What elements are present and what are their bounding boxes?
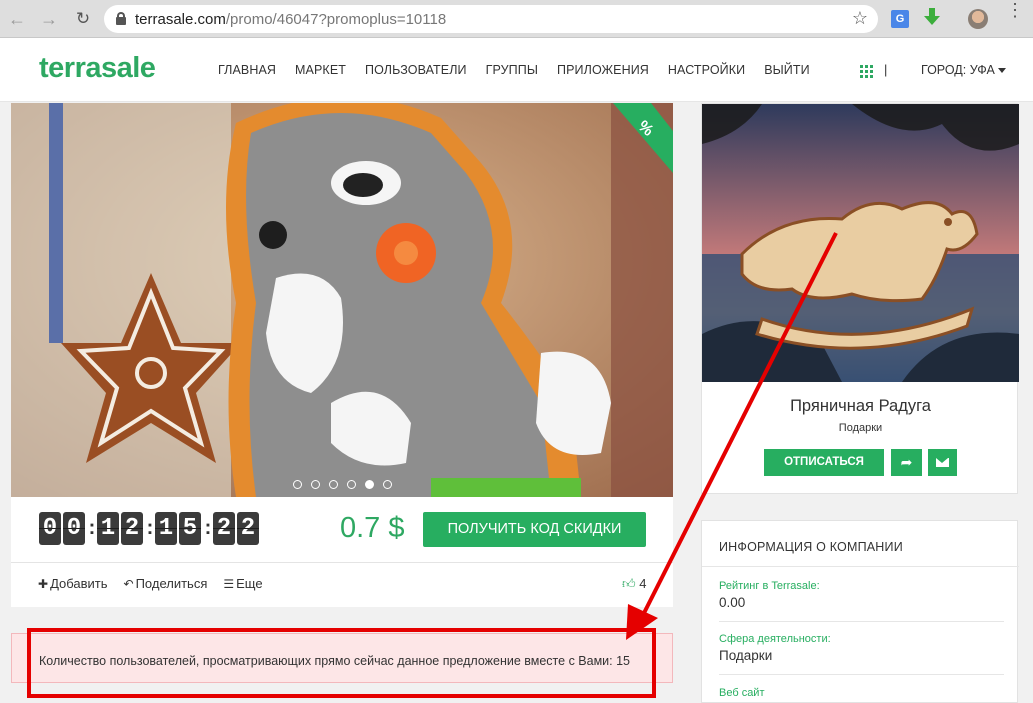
info-row-divider — [719, 674, 1004, 675]
timer-digit: 0 — [63, 512, 85, 545]
sliders-icon: ☰ — [223, 576, 235, 591]
promo-image[interactable]: % — [11, 103, 673, 497]
carousel-dot-active[interactable] — [365, 480, 374, 489]
company-info-card: ИНФОРМАЦИЯ О КОМПАНИИ Рейтинг в Terrasal… — [701, 520, 1019, 703]
nav-users[interactable]: ПОЛЬЗОВАТЕЛИ — [365, 63, 467, 77]
google-translate-icon[interactable]: G — [891, 10, 909, 28]
thumbs-up-icon: 👍︎ — [622, 576, 636, 591]
carousel-dot[interactable] — [383, 480, 392, 489]
chevron-down-icon — [997, 68, 1006, 74]
info-row-divider — [719, 621, 1004, 622]
share-arrow-icon: ➦ — [900, 454, 913, 470]
timer-digit: 1 — [97, 512, 119, 545]
share-action[interactable]: ↶ Поделиться — [124, 576, 208, 591]
promo-price: 0.7 $ — [340, 512, 405, 544]
annotation-highlight-box — [27, 628, 656, 698]
company-name[interactable]: Пряничная Радуга — [702, 397, 1019, 416]
carousel-dots — [293, 480, 401, 489]
browser-menu-icon[interactable]: ⋮ — [1006, 1, 1024, 19]
timer-colon: : — [88, 517, 96, 539]
main-nav: ГЛАВНАЯ МАРКЕТ ПОЛЬЗОВАТЕЛИ ГРУППЫ ПРИЛО… — [218, 63, 829, 77]
url-domain: terrasale.com — [135, 11, 226, 28]
site-header: terrasale ГЛАВНАЯ МАРКЕТ ПОЛЬЗОВАТЕЛИ ГР… — [0, 38, 1033, 102]
add-label: Добавить — [50, 576, 108, 591]
company-info-title: ИНФОРМАЦИЯ О КОМПАНИИ — [719, 540, 903, 554]
profile-avatar[interactable] — [968, 9, 988, 29]
carousel-dot[interactable] — [329, 480, 338, 489]
company-category: Подарки — [838, 422, 883, 434]
company-card: Пряничная Радуга Подарки ОТПИСАТЬСЯ ➦ — [701, 103, 1019, 494]
sphere-value: Подарки — [719, 648, 773, 663]
promo-card: % 0 0 : 1 2 : 1 5 : 2 2 0.7 $ ПОЛУЧИТЬ К… — [11, 103, 673, 607]
add-action[interactable]: ✚ Добавить — [38, 576, 108, 591]
website-label: Веб сайт — [719, 687, 765, 699]
timer-digit: 1 — [155, 512, 177, 545]
rating-label: Рейтинг в Terrasale: — [719, 580, 820, 592]
get-discount-code-button[interactable]: ПОЛУЧИТЬ КОД СКИДКИ — [423, 512, 646, 547]
forward-arrow-icon[interactable]: → — [38, 8, 60, 30]
rating-value: 0.00 — [719, 595, 746, 610]
nav-home[interactable]: ГЛАВНАЯ — [218, 63, 276, 77]
timer-colon: : — [204, 517, 212, 539]
download-extension-icon[interactable] — [924, 8, 940, 28]
city-label: ГОРОД: УФА — [921, 63, 995, 77]
bookmark-star-icon[interactable]: ☆ — [852, 8, 868, 29]
lock-icon — [116, 12, 126, 25]
nav-market[interactable]: МАРКЕТ — [295, 63, 346, 77]
card-actions: ✚ Добавить ↶ Поделиться ☰ Еще — [38, 576, 279, 591]
info-divider — [702, 566, 1019, 567]
nav-logout[interactable]: ВЫЙТИ — [764, 63, 810, 77]
message-button[interactable] — [928, 449, 957, 476]
carousel-dot[interactable] — [311, 480, 320, 489]
back-arrow-icon[interactable]: ← — [6, 8, 28, 30]
nav-groups[interactable]: ГРУППЫ — [486, 63, 538, 77]
timer-digit: 2 — [121, 512, 143, 545]
carousel-dot[interactable] — [293, 480, 302, 489]
city-selector[interactable]: ГОРОД: УФА — [921, 63, 1006, 77]
timer-digit: 2 — [237, 512, 259, 545]
timer-digit: 2 — [213, 512, 235, 545]
apps-grid-icon[interactable] — [860, 65, 873, 78]
share-button[interactable]: ➦ — [891, 449, 922, 476]
likes[interactable]: 👍︎ 4 — [622, 576, 646, 592]
share-label: Поделиться — [135, 576, 208, 591]
nav-settings[interactable]: НАСТРОЙКИ — [668, 63, 745, 77]
timer-colon: : — [146, 517, 154, 539]
sale-ribbon: % — [613, 103, 673, 173]
url-path: /promo/46047?promoplus=10118 — [225, 11, 447, 28]
envelope-icon — [936, 458, 949, 467]
timer-digit: 5 — [179, 512, 201, 545]
card-divider — [11, 562, 673, 563]
browser-toolbar: ← → ↻ terrasale.com/promo/46047?promoplu… — [0, 0, 1033, 38]
plus-icon: ✚ — [38, 576, 49, 591]
carousel-dot[interactable] — [347, 480, 356, 489]
url-text[interactable]: terrasale.com/promo/46047?promoplus=1011… — [135, 11, 446, 28]
likes-count: 4 — [639, 576, 647, 591]
reply-arrow-icon: ↶ — [123, 576, 134, 591]
more-label: Еще — [236, 576, 263, 591]
address-bar[interactable]: terrasale.com/promo/46047?promoplus=1011… — [104, 5, 878, 33]
company-image[interactable] — [702, 104, 1019, 382]
header-separator: | — [884, 62, 888, 77]
unsubscribe-button[interactable]: ОТПИСАТЬСЯ — [764, 449, 884, 476]
timer-digit: 0 — [39, 512, 61, 545]
reload-icon[interactable]: ↻ — [72, 8, 94, 30]
terrasale-logo[interactable]: terrasale — [39, 52, 156, 85]
more-action[interactable]: ☰ Еще — [223, 576, 262, 591]
countdown-timer: 0 0 : 1 2 : 1 5 : 2 2 — [39, 512, 261, 545]
nav-apps[interactable]: ПРИЛОЖЕНИЯ — [557, 63, 649, 77]
sphere-label: Сфера деятельности: — [719, 633, 831, 645]
